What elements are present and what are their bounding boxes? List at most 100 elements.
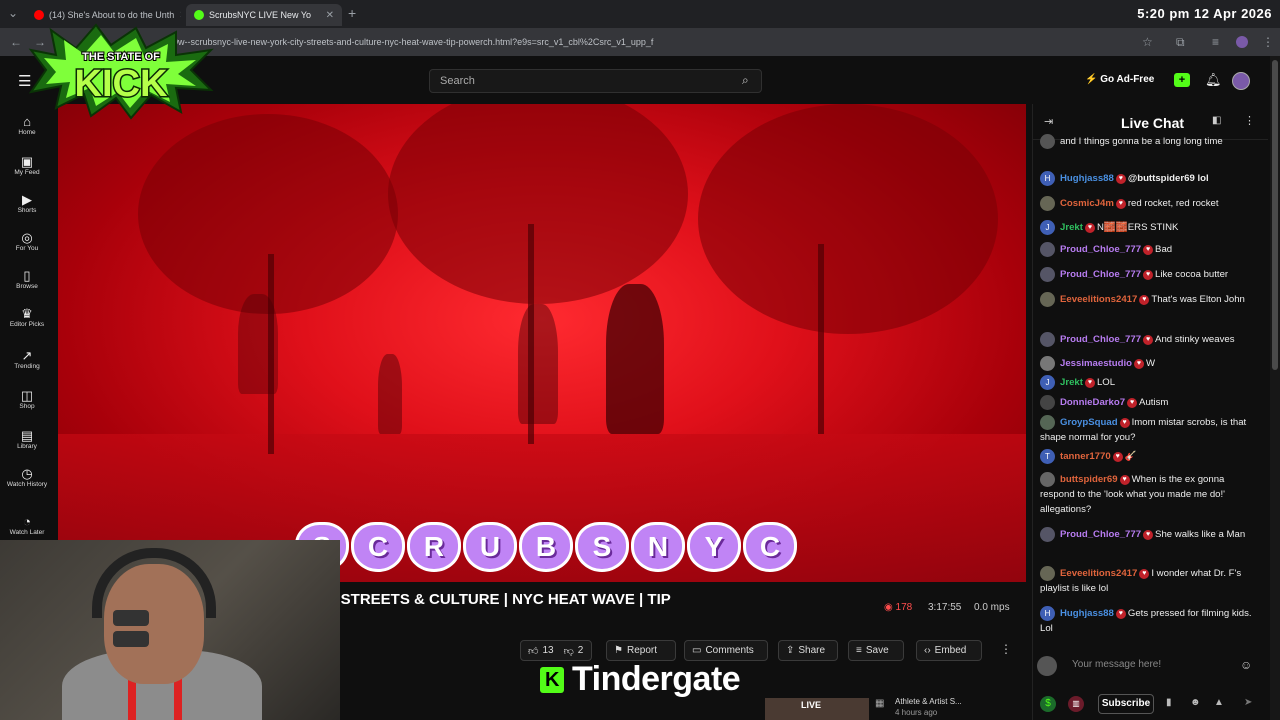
stream-uptime: 3:17:55 bbox=[928, 602, 962, 613]
chat-message: CosmicJ4m ♥ red rocket, red rocket bbox=[1040, 196, 1256, 211]
sidebar-item-editor-picks[interactable]: ♛ Editor Picks bbox=[0, 307, 54, 329]
eye-icon: ◉ bbox=[884, 602, 893, 613]
popout-chat-icon[interactable]: ◧ bbox=[1212, 115, 1221, 126]
sidebar-item-browse[interactable]: ▯ Browse bbox=[0, 268, 54, 291]
recommended-video[interactable]: LIVE ▦ Athlete & Artist S... 4 hours ago bbox=[765, 696, 995, 720]
chat-username[interactable]: Hughjass88 bbox=[1060, 173, 1114, 184]
sidebar-item-watch-later[interactable]: ◔ Watch Later bbox=[0, 514, 54, 537]
collapse-chat-icon[interactable]: ⇥ bbox=[1044, 115, 1053, 128]
chat-username[interactable]: Jrekt bbox=[1060, 222, 1083, 233]
thumbs-down-icon[interactable]: 👎︎ bbox=[564, 645, 574, 657]
subscriber-badge-icon: ♥ bbox=[1143, 529, 1154, 540]
back-arrow-icon[interactable]: ← bbox=[10, 35, 22, 49]
save-button[interactable]: ≡ Save bbox=[848, 640, 904, 661]
video-person bbox=[378, 354, 402, 434]
chat-username[interactable]: Proud_Chloe_777 bbox=[1060, 244, 1141, 255]
comment-icon: ▭ bbox=[692, 645, 702, 656]
thumbs-up-icon[interactable]: 👍︎ bbox=[528, 645, 538, 657]
tab-list-icon[interactable]: ⌄ bbox=[8, 6, 18, 20]
chat-username[interactable]: buttspider69 bbox=[1060, 474, 1118, 485]
browse-icon: ▯ bbox=[23, 268, 31, 283]
target-icon: ◎ bbox=[21, 230, 33, 245]
kick-logo-icon: K bbox=[540, 666, 564, 693]
chat-username[interactable]: Hughjass88 bbox=[1060, 608, 1114, 619]
chat-username[interactable]: CosmicJ4m bbox=[1060, 198, 1114, 209]
chat-username[interactable]: Jrekt bbox=[1060, 377, 1083, 388]
chat-message: H Hughjass88 ♥ Gets pressed for filming kid… bbox=[1040, 606, 1256, 636]
tip-dollar-icon[interactable]: $ bbox=[1040, 696, 1056, 712]
chat-avatar bbox=[1040, 134, 1055, 149]
chat-username[interactable]: Proud_Chloe_777 bbox=[1060, 334, 1141, 345]
comments-button[interactable]: ▭ Comments bbox=[684, 640, 768, 661]
tindergate-caption: K Tindergate bbox=[540, 660, 741, 699]
reading-list-icon[interactable]: ≡ bbox=[1212, 35, 1219, 49]
bookmark-star-icon[interactable]: ☆ bbox=[1142, 35, 1153, 49]
sidebar-item-watch-history[interactable]: ◷ Watch History bbox=[0, 466, 54, 489]
chat-message: Jessimaestudio ♥ W bbox=[1040, 356, 1256, 371]
new-tab-button[interactable]: + bbox=[348, 5, 356, 21]
subscribe-button[interactable]: Subscribe bbox=[1098, 694, 1154, 714]
emote-icon[interactable]: ☻ bbox=[1190, 697, 1201, 708]
chat-username[interactable]: DonnieDarko7 bbox=[1060, 397, 1125, 408]
library-icon: ▤ bbox=[20, 428, 34, 443]
menu-kebab-icon[interactable]: ⋮ bbox=[1262, 35, 1274, 49]
chat-username[interactable]: Proud_Chloe_777 bbox=[1060, 529, 1141, 540]
sidebar-item-label: Library bbox=[17, 443, 37, 450]
chat-text: That's was Elton John bbox=[1151, 294, 1245, 306]
search-icon[interactable]: ⌕ bbox=[742, 73, 749, 88]
sidebar-item-for-you[interactable]: ◎ For You bbox=[0, 230, 54, 253]
chat-username[interactable]: GroypSquad bbox=[1060, 417, 1118, 428]
sidebar-item-label: Trending bbox=[14, 363, 40, 370]
chat-username[interactable]: Jessimaestudio bbox=[1060, 358, 1132, 369]
close-tab-icon[interactable]: ✕ bbox=[179, 10, 181, 21]
chat-menu-icon[interactable]: ⋮ bbox=[1244, 114, 1255, 127]
subscriber-badge-icon: ♥ bbox=[1143, 269, 1154, 280]
more-options-icon[interactable]: ⋮ bbox=[1000, 642, 1012, 656]
sidebar-item-shop[interactable]: ◫ Shop bbox=[0, 389, 54, 411]
chat-username[interactable]: tanner1770 bbox=[1060, 451, 1111, 462]
create-icon[interactable]: + bbox=[1174, 73, 1190, 87]
chat-username[interactable]: Proud_Chloe_777 bbox=[1060, 269, 1141, 280]
notification-bell-icon[interactable]: 🔔︎ bbox=[1205, 72, 1222, 88]
user-avatar[interactable] bbox=[1232, 72, 1250, 90]
sidebar-item-trending[interactable]: ↗ Trending bbox=[0, 349, 54, 371]
chat-username[interactable]: Eeveelitions2417 bbox=[1060, 568, 1137, 579]
sticker-icon[interactable]: ▮ bbox=[1166, 697, 1172, 708]
clock-icon: ◔ bbox=[23, 514, 31, 529]
sidebar-item-home[interactable]: ⌂ Home bbox=[0, 115, 54, 137]
shorts-icon: ▶ bbox=[22, 192, 32, 207]
send-icon[interactable]: ➤ bbox=[1244, 697, 1252, 708]
search-placeholder: Search bbox=[440, 75, 475, 87]
chat-text: 🎸 bbox=[1124, 451, 1137, 463]
search-input[interactable]: Search bbox=[429, 69, 762, 93]
profile-avatar[interactable] bbox=[1236, 36, 1248, 48]
url-text[interactable]: r0w--scrubsnyc-live-new-york-city-street… bbox=[170, 37, 653, 47]
subscriber-badge-icon: ♥ bbox=[1112, 451, 1123, 462]
page-scrollbar-thumb[interactable] bbox=[1272, 60, 1278, 370]
share-button[interactable]: ⇪ Share bbox=[778, 640, 838, 661]
video-trunk bbox=[818, 244, 824, 434]
embed-button[interactable]: ‹› Embed bbox=[916, 640, 982, 661]
sidebar-item-library[interactable]: ▤ Library bbox=[0, 428, 54, 451]
chat-avatar: H bbox=[1040, 171, 1055, 186]
extensions-icon[interactable]: ⧉ bbox=[1176, 35, 1185, 50]
alert-icon[interactable]: ▲ bbox=[1214, 697, 1224, 708]
go-ad-free-button[interactable]: ⚡ Go Ad-Free bbox=[1085, 74, 1154, 85]
tab-label: (14) She's About to do the Unth bbox=[49, 10, 175, 20]
chat-avatar bbox=[1040, 415, 1055, 430]
emoji-icon[interactable]: ☺ bbox=[1240, 658, 1252, 672]
chat-message: Proud_Chloe_777 ♥ And stinky weaves bbox=[1040, 332, 1256, 347]
close-tab-icon[interactable]: ✕ bbox=[326, 10, 334, 21]
gift-icon[interactable]: ▥ bbox=[1068, 696, 1084, 712]
chat-avatar: T bbox=[1040, 449, 1055, 464]
sidebar-item-my-feed[interactable]: ▣ My Feed bbox=[0, 155, 54, 177]
chat-avatar bbox=[1040, 566, 1055, 581]
chat-message-input[interactable]: Your message here! bbox=[1064, 655, 1260, 677]
dislike-count: 2 bbox=[577, 645, 584, 656]
history-icon: ◷ bbox=[21, 466, 33, 481]
report-button[interactable]: ⚑ Report bbox=[606, 640, 676, 661]
overlay-heart-letter: N bbox=[631, 522, 685, 572]
sidebar-item-shorts[interactable]: ▶ Shorts bbox=[0, 192, 54, 215]
video-player[interactable]: SCRUBSNYC bbox=[58, 104, 1026, 582]
chat-username[interactable]: Eeveelitions2417 bbox=[1060, 294, 1137, 305]
